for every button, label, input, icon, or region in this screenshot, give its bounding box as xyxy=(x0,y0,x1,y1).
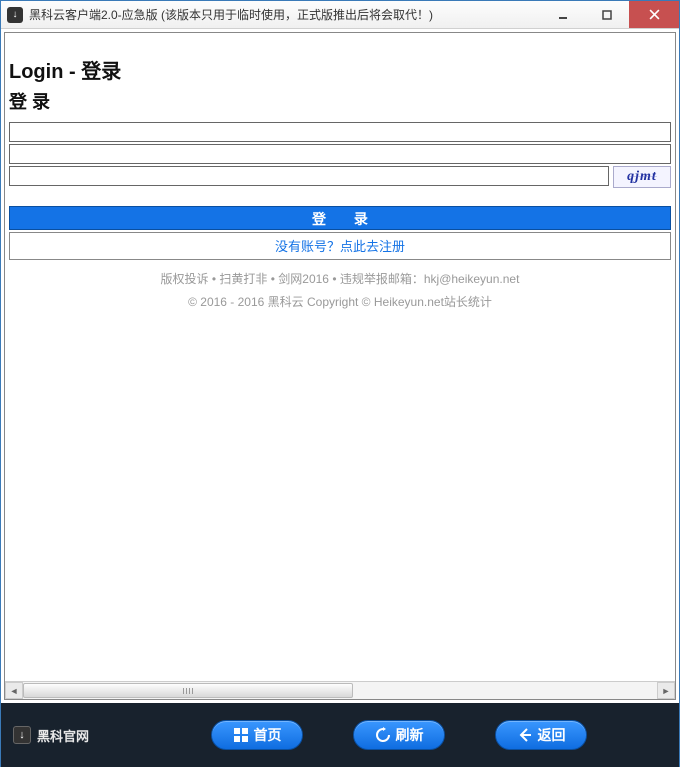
password-row xyxy=(9,144,671,164)
footer-line-2: © 2016 - 2016 黑科云 Copyright © Heikeyun.n… xyxy=(5,293,675,310)
home-button[interactable]: 首页 xyxy=(211,720,303,750)
captcha-row xyxy=(9,166,609,186)
maximize-button[interactable] xyxy=(585,1,629,28)
home-label: 首页 xyxy=(254,725,282,745)
username-row xyxy=(9,122,671,142)
minimize-button[interactable] xyxy=(541,1,585,28)
login-subheading: 登 录 xyxy=(5,86,675,120)
footer-line-1: 版权投诉 • 扫黄打非 • 剑网2016 • 违规举报邮箱：hkj@heikey… xyxy=(5,270,675,287)
username-input[interactable] xyxy=(10,123,670,141)
captcha-image[interactable]: qjmt xyxy=(613,166,671,188)
scroll-left-button[interactable]: ◄ xyxy=(5,682,23,699)
horizontal-scrollbar[interactable]: ◄ ► xyxy=(5,681,675,699)
scroll-thumb[interactable] xyxy=(23,683,353,698)
refresh-button[interactable]: 刷新 xyxy=(353,720,445,750)
login-button[interactable]: 登 录 xyxy=(9,206,671,230)
refresh-icon xyxy=(375,727,391,743)
refresh-label: 刷新 xyxy=(396,725,424,745)
brand-link[interactable]: ↓ 黑科官网 xyxy=(13,726,89,745)
login-heading: Login - 登录 xyxy=(5,33,675,86)
register-link[interactable]: 没有账号？点此去注册 xyxy=(9,232,671,260)
brand-label: 黑科官网 xyxy=(37,726,89,745)
back-button[interactable]: 返回 xyxy=(495,720,587,750)
scroll-track[interactable] xyxy=(23,682,657,699)
captcha-input[interactable] xyxy=(10,169,173,183)
back-arrow-icon xyxy=(517,727,533,743)
close-button[interactable] xyxy=(629,1,679,28)
content-viewport: Login - 登录 登 录 qjmt 登 录 没有账号？点此去注册 版权投诉 … xyxy=(4,32,676,700)
window-title: 黑科云客户端2.0-应急版 (该版本只用于临时使用，正式版推出后将会取代！) xyxy=(29,6,541,23)
scroll-right-button[interactable]: ► xyxy=(657,682,675,699)
bottom-toolbar: ↓ 黑科官网 首页 刷新 返回 xyxy=(1,703,679,767)
grid-icon xyxy=(233,727,249,743)
app-icon: ↓ xyxy=(7,7,23,23)
password-input[interactable] xyxy=(10,145,670,163)
back-label: 返回 xyxy=(538,725,566,745)
brand-icon: ↓ xyxy=(13,726,31,744)
title-bar: ↓ 黑科云客户端2.0-应急版 (该版本只用于临时使用，正式版推出后将会取代！) xyxy=(1,1,679,29)
